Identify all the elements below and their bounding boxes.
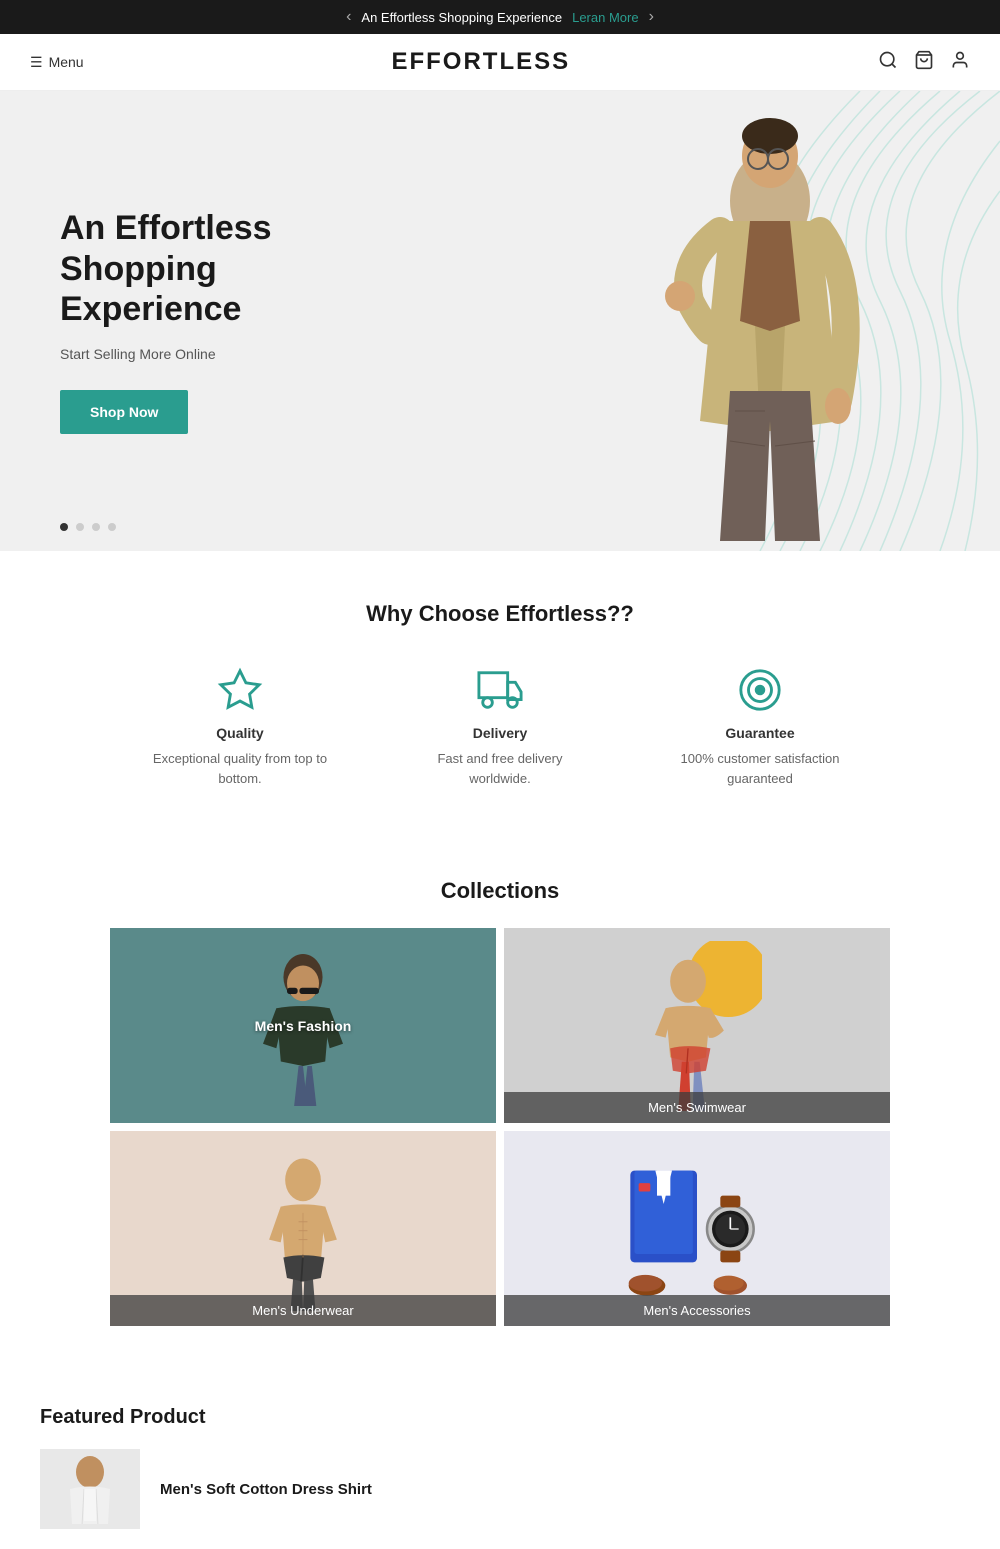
- collections-title: Collections: [40, 878, 960, 904]
- next-arrow[interactable]: ›: [649, 8, 654, 26]
- featured-product-image: [60, 1454, 120, 1524]
- featured-title: Featured Product: [40, 1406, 960, 1429]
- announcement-text: An Effortless Shopping Experience: [361, 10, 562, 25]
- hero-image: [420, 91, 1000, 551]
- prev-arrow[interactable]: ‹: [346, 8, 351, 26]
- hero-section: An Effortless Shopping Experience Start …: [0, 91, 1000, 551]
- site-logo[interactable]: EFFORTLESS: [84, 48, 878, 76]
- hero-subtitle: Start Selling More Online: [60, 346, 360, 362]
- hero-title: An Effortless Shopping Experience: [60, 208, 360, 330]
- featured-section: Featured Product Men's Soft Cotton Dress…: [0, 1366, 1000, 1549]
- why-title: Why Choose Effortless??: [40, 601, 960, 627]
- featured-product-name: Men's Soft Cotton Dress Shirt: [160, 1481, 372, 1498]
- cart-icon[interactable]: [914, 50, 934, 75]
- menu-button[interactable]: ☰ Menu: [30, 54, 84, 71]
- collections-section: Collections Men's Fashion: [0, 838, 1000, 1366]
- menu-icon: ☰: [30, 54, 43, 71]
- star-icon: [217, 667, 263, 713]
- shop-now-button[interactable]: Shop Now: [60, 390, 188, 434]
- feature-guarantee: Guarantee 100% customer satisfaction gua…: [670, 667, 850, 788]
- hero-man-figure: [620, 101, 920, 541]
- accessories-figure: [622, 1149, 772, 1309]
- announcement-bar: ‹ An Effortless Shopping Experience Lera…: [0, 0, 1000, 34]
- features-list: Quality Exceptional quality from top to …: [40, 667, 960, 788]
- feature-delivery-name: Delivery: [473, 725, 527, 741]
- feature-quality-desc: Exceptional quality from top to bottom.: [150, 749, 330, 788]
- search-icon[interactable]: [878, 50, 898, 75]
- underwear-figure: [243, 1146, 363, 1311]
- feature-guarantee-name: Guarantee: [725, 725, 794, 741]
- collection-mens-underwear[interactable]: Men's Underwear: [110, 1131, 496, 1326]
- featured-product-item: Men's Soft Cotton Dress Shirt: [40, 1449, 960, 1529]
- collection-mens-fashion[interactable]: Men's Fashion: [110, 928, 496, 1123]
- dot-1[interactable]: [60, 523, 68, 531]
- header: ☰ Menu EFFORTLESS: [0, 34, 1000, 91]
- feature-delivery-desc: Fast and free delivery worldwide.: [410, 749, 590, 788]
- feature-delivery: Delivery Fast and free delivery worldwid…: [410, 667, 590, 788]
- learn-more-link[interactable]: Leran More: [572, 10, 638, 25]
- collection-label-mens-accessories: Men's Accessories: [504, 1295, 890, 1326]
- badge-icon: [737, 667, 783, 713]
- account-icon[interactable]: [950, 50, 970, 75]
- header-actions: [878, 50, 970, 75]
- dot-2[interactable]: [76, 523, 84, 531]
- dot-4[interactable]: [108, 523, 116, 531]
- collection-label-mens-swimwear: Men's Swimwear: [504, 1092, 890, 1123]
- collections-grid: Men's Fashion: [110, 928, 890, 1326]
- collection-mens-accessories[interactable]: Men's Accessories: [504, 1131, 890, 1326]
- truck-icon: [477, 667, 523, 713]
- hero-content: An Effortless Shopping Experience Start …: [0, 148, 420, 494]
- collection-label-mens-underwear: Men's Underwear: [110, 1295, 496, 1326]
- collection-mens-swimwear[interactable]: Men's Swimwear: [504, 928, 890, 1123]
- feature-quality-name: Quality: [216, 725, 263, 741]
- why-choose-section: Why Choose Effortless?? Quality Exceptio…: [0, 551, 1000, 838]
- dot-3[interactable]: [92, 523, 100, 531]
- collection-label-mens-fashion: Men's Fashion: [255, 1018, 352, 1034]
- feature-quality: Quality Exceptional quality from top to …: [150, 667, 330, 788]
- menu-label: Menu: [49, 54, 84, 70]
- featured-product-thumb[interactable]: [40, 1449, 140, 1529]
- swimwear-figure: [632, 941, 762, 1111]
- feature-guarantee-desc: 100% customer satisfaction guaranteed: [670, 749, 850, 788]
- hero-dots: [60, 523, 116, 531]
